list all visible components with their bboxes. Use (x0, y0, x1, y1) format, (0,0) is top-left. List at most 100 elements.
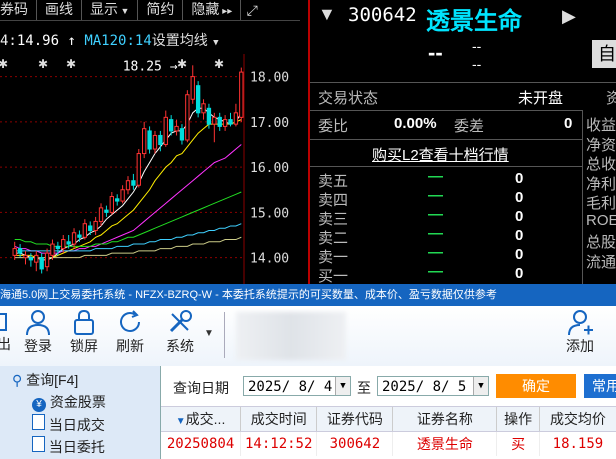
query-pane: 查询日期 2025/ 8/ 4 ▼ 至 2025/ 8/ 5 ▼ 确定 常用 ▼… (161, 366, 616, 459)
table-row[interactable]: 20250804 14:12:52 300642 透景生命 买 18.159 (161, 432, 616, 456)
to-label: 至 (357, 380, 371, 396)
candle-body (61, 239, 66, 250)
candle-body (190, 76, 195, 100)
nav-query[interactable]: ⚲ 查询[F4] (12, 370, 78, 390)
orderbook-level-label: 卖一 (318, 249, 349, 266)
weicha-value: 0 (564, 115, 573, 132)
fin-label: ROE (586, 211, 616, 229)
dropdown-arrow-icon[interactable]: ▼ (318, 4, 336, 25)
tab-draw[interactable]: 画线 (37, 0, 82, 20)
col-deal-date[interactable]: ▼成交... (161, 407, 242, 431)
login-button[interactable]: 登录 (20, 308, 56, 356)
col-operation[interactable]: 操作 (497, 407, 540, 431)
add-user-icon (568, 310, 593, 336)
query-date-label: 查询日期 (173, 380, 229, 396)
orderbook-level-label: 卖三 (318, 211, 349, 228)
table-header: ▼成交... 成交时间 证券代码 证券名称 操作 成交均价 (161, 406, 616, 432)
date-to-input[interactable]: 2025/ 8/ 5 ▼ (377, 376, 489, 396)
orderbook-level-volume: 0 (515, 189, 524, 206)
buy-l2-link[interactable]: 购买L2查看十档行情 (372, 144, 509, 165)
candle-body (12, 248, 17, 256)
candle-body (222, 119, 228, 127)
self-select-button[interactable]: 自 (592, 40, 616, 68)
tab-code[interactable]: 券码 (0, 0, 37, 20)
col-deal-time[interactable]: 成交时间 (241, 407, 318, 431)
candle-body (23, 254, 28, 259)
blurred-region (236, 312, 346, 360)
price-axis: 18.00 17.00 16.00 15.00 14.00 (250, 71, 289, 267)
price-tick-label: 18.00 (250, 71, 289, 86)
quote-panel: ▼ 300642 透景生命 ▶ 自 -- -- -- 交易状态 未开盘 资 委比… (310, 0, 616, 284)
col-avg-price[interactable]: 成交均价 (540, 407, 616, 431)
candle-body (39, 257, 44, 270)
col-sec-code[interactable]: 证券代码 (317, 407, 394, 431)
nav-assets[interactable]: ¥ 资金股票 (32, 392, 106, 412)
candle-body (98, 207, 104, 222)
candle-body (28, 257, 34, 261)
candle-body (185, 94, 190, 141)
orderbook-level-volume: 0 (515, 265, 524, 282)
user-icon (26, 310, 50, 336)
candlestick-chart[interactable]: ✱ ✱ ✱ ✱ ✱ 18.00 17.00 16.00 15.00 14.00 18.25 → (0, 54, 308, 284)
candle-body (82, 223, 88, 238)
trade-status-value: 未开盘 (518, 90, 564, 107)
candle-body (77, 234, 82, 238)
common-button[interactable]: 常用 (584, 374, 616, 398)
date-from-input[interactable]: 2025/ 8/ 4 ▼ (243, 376, 351, 396)
candle-body (147, 130, 152, 150)
toolbar-separator (224, 312, 225, 358)
orderbook-level-price: — (428, 225, 443, 242)
right-tab[interactable]: 资 (606, 87, 616, 108)
refresh-icon (120, 310, 140, 332)
tools-icon (169, 310, 192, 333)
lock-icon (74, 309, 94, 335)
exit-icon (0, 313, 7, 331)
nav-today-orders[interactable]: 当日委托 (32, 436, 105, 457)
tab-hide[interactable]: 隐藏 ▸▸ (183, 0, 242, 20)
ma-settings-link[interactable]: 设置均线 (152, 33, 208, 49)
candle-body (93, 220, 98, 231)
trading-client: 出 登录 锁屏 刷新 系统 ▼ 添加 ⚲ 查询[F4] ¥ 资金股票 当日成交 … (0, 306, 616, 459)
high-price-marker: 18.25 → (123, 59, 178, 74)
weicha-label: 委差 (454, 118, 485, 135)
chevron-down-icon[interactable]: ▼ (204, 328, 214, 339)
confirm-button[interactable]: 确定 (496, 374, 576, 398)
orderbook-level-price: — (428, 168, 443, 185)
tab-display[interactable]: 显示 ▼ (82, 0, 139, 20)
coin-icon: ¥ (32, 398, 46, 412)
orderbook-level-volume: 0 (515, 246, 524, 263)
ma120-label: MA120: (84, 33, 135, 49)
col-sec-name[interactable]: 证券名称 (393, 407, 498, 431)
fin-label: 收益 (586, 117, 616, 134)
cell-name: 透景生命 (393, 432, 498, 456)
chevron-down-icon[interactable]: ▼ (473, 377, 488, 395)
orderbook-level-price: — (428, 263, 443, 280)
fin-label: 净利 (586, 175, 616, 193)
candle-body (104, 209, 109, 213)
nav-right-icon[interactable]: ▶ (562, 6, 576, 27)
candle-body (233, 112, 239, 125)
candle-body (115, 198, 120, 202)
chart-annotations: 18.25 → (123, 59, 178, 74)
add-button[interactable]: 添加 (562, 308, 598, 356)
system-button[interactable]: 系统 (160, 308, 200, 356)
left-nav: ⚲ 查询[F4] ¥ 资金股票 当日成交 当日委托 (0, 366, 161, 459)
current-price: -- (428, 40, 443, 65)
exit-button[interactable]: 出 (0, 308, 14, 354)
orderbook-level-label: 卖二 (318, 230, 349, 247)
lock-screen-button[interactable]: 锁屏 (66, 308, 102, 356)
nav-today-deals[interactable]: 当日成交 (32, 414, 105, 435)
candle-body (228, 119, 233, 125)
chevron-down-icon: ▼ (118, 6, 130, 16)
chevron-right-icon: ▸▸ (219, 6, 233, 17)
refresh-button[interactable]: 刷新 (112, 308, 148, 356)
fullscreen-icon[interactable]: ⤢ (241, 0, 263, 20)
candle-body (179, 128, 185, 141)
chevron-down-icon[interactable]: ▼ (335, 377, 350, 395)
candle-body (17, 248, 23, 254)
candle-body (136, 153, 141, 186)
ma-indicator-line: 4:14.96 ↑ MA120:14设置均线 ▼ (0, 30, 219, 50)
orderbook-level-volume: 0 (515, 170, 524, 187)
tab-simple[interactable]: 简约 (138, 0, 184, 20)
candle-body (174, 125, 179, 132)
